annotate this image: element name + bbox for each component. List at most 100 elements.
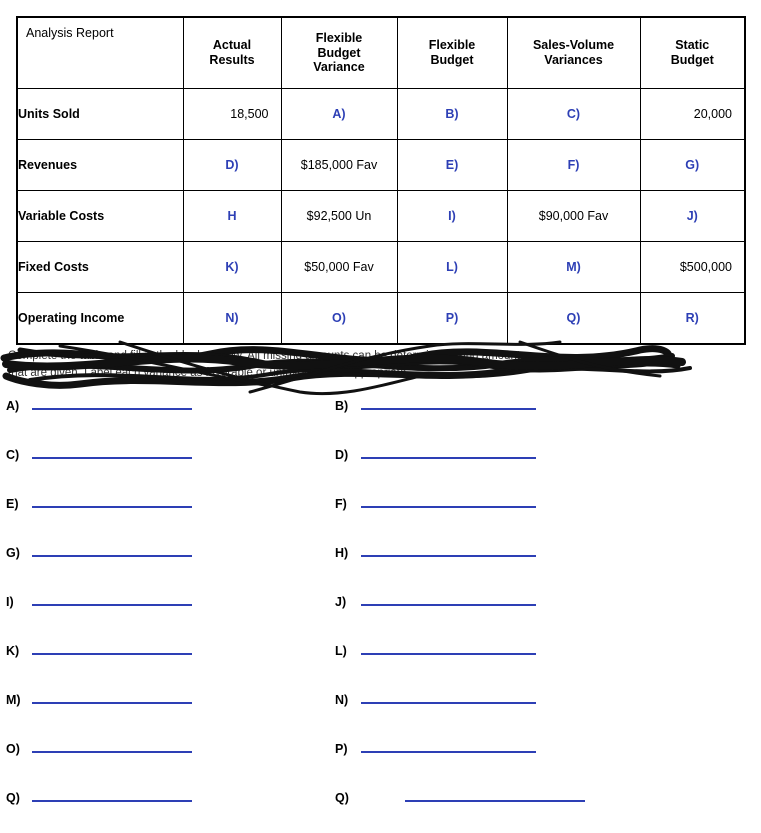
answer-input-a[interactable]: [32, 392, 192, 410]
cell-operating-income-fbv: O): [280, 292, 398, 345]
answer-item-o: O): [0, 735, 331, 756]
cell-units-sold-static: 20,000: [639, 88, 746, 140]
answer-blanks-section: A) B) C) D) E) F) G) H) I) J) K) L) M) N…: [0, 392, 761, 833]
header-actual-results: Actual Results: [182, 16, 282, 89]
answer-letter: D): [335, 448, 349, 462]
cell-variable-costs-fbv: $92,500 Un: [280, 190, 398, 242]
cell-operating-income-actual: N): [182, 292, 282, 345]
answer-input-q-right[interactable]: [405, 784, 585, 802]
answer-input-h[interactable]: [361, 539, 536, 557]
answer-input-l[interactable]: [361, 637, 536, 655]
cell-revenues-actual: D): [182, 139, 282, 191]
cell-fixed-costs-svv: M): [506, 241, 641, 293]
answer-letter: F): [335, 497, 347, 511]
row-label-operating-income: Operating Income: [16, 292, 184, 345]
answer-input-p[interactable]: [361, 735, 536, 753]
answer-letter: C): [6, 448, 20, 462]
cell-operating-income-svv: Q): [506, 292, 641, 345]
answer-letter: Q): [335, 791, 349, 805]
answer-item-d: D): [331, 441, 735, 462]
answer-item-k: K): [0, 637, 331, 658]
header-fb-line1: Flexible: [428, 38, 476, 53]
answer-item-g: G): [0, 539, 331, 560]
row-label-revenues: Revenues: [16, 139, 184, 191]
answer-row: Q) Q): [0, 784, 761, 833]
answer-item-f: F): [331, 490, 735, 511]
answer-letter: K): [6, 644, 20, 658]
table-row: Operating Income N) O) P) Q) R): [16, 292, 746, 345]
header-fbv-line3: Variance: [313, 60, 365, 75]
answer-letter: I): [6, 595, 14, 609]
header-actual-results-line2: Results: [209, 53, 255, 67]
answer-input-d[interactable]: [361, 441, 536, 459]
header-fb-line2: Budget: [430, 53, 474, 67]
instructions-text: Complete the table and fill in the blank…: [8, 348, 708, 383]
cell-revenues-static: G): [639, 139, 746, 191]
answer-item-i: I): [0, 588, 331, 609]
cell-units-sold-actual: 18,500: [182, 88, 282, 140]
answer-item-m: M): [0, 686, 331, 707]
cell-fixed-costs-static: $500,000: [639, 241, 746, 293]
table-row: Variable Costs H $92,500 Un I) $90,000 F…: [16, 190, 746, 242]
cell-variable-costs-svv: $90,000 Fav: [506, 190, 641, 242]
answer-input-b[interactable]: [361, 392, 536, 410]
answer-letter: B): [335, 399, 349, 413]
answer-input-q-left[interactable]: [32, 784, 192, 802]
answer-letter: N): [335, 693, 349, 707]
analysis-report-table-container: Analysis Report Actual Results Flexible …: [16, 16, 746, 345]
header-actual-results-line1: Actual: [212, 38, 252, 53]
answer-row: A) B): [0, 392, 761, 441]
instructions-line-2: that are given. Label each variance as f…: [8, 367, 410, 380]
cell-units-sold-fb: B): [396, 88, 508, 140]
answer-input-i[interactable]: [32, 588, 192, 606]
table-header-row: Analysis Report Actual Results Flexible …: [16, 16, 746, 89]
header-static-budget: Static Budget: [639, 16, 746, 89]
cell-fixed-costs-actual: K): [182, 241, 282, 293]
answer-item-a: A): [0, 392, 331, 413]
answer-letter: A): [6, 399, 20, 413]
cell-variable-costs-fb: I): [396, 190, 508, 242]
answer-input-f[interactable]: [361, 490, 536, 508]
header-fbv-line1: Flexible: [315, 30, 363, 45]
answer-item-h: H): [331, 539, 735, 560]
cell-operating-income-fb: P): [396, 292, 508, 345]
answer-row: E) F): [0, 490, 761, 539]
answer-input-n[interactable]: [361, 686, 536, 704]
answer-row: C) D): [0, 441, 761, 490]
answer-letter: Q): [6, 791, 20, 805]
answer-input-e[interactable]: [32, 490, 192, 508]
answer-item-e: E): [0, 490, 331, 511]
table-row: Fixed Costs K) $50,000 Fav L) M) $500,00…: [16, 241, 746, 293]
answer-input-m[interactable]: [32, 686, 192, 704]
answer-input-k[interactable]: [32, 637, 192, 655]
answer-letter: M): [6, 693, 21, 707]
answer-item-p: P): [331, 735, 735, 756]
answer-input-o[interactable]: [32, 735, 192, 753]
answer-item-b: B): [331, 392, 735, 413]
answer-letter: E): [6, 497, 19, 511]
answer-letter: L): [335, 644, 347, 658]
answer-input-g[interactable]: [32, 539, 192, 557]
answer-row: G) H): [0, 539, 761, 588]
answer-item-n: N): [331, 686, 735, 707]
header-analysis-report-label: Analysis Report: [26, 26, 114, 40]
header-flexible-budget-variance: Flexible Budget Variance: [280, 16, 398, 89]
cell-operating-income-static: R): [639, 292, 746, 345]
cell-revenues-fbv: $185,000 Fav: [280, 139, 398, 191]
row-label-variable-costs: Variable Costs: [16, 190, 184, 242]
answer-letter: P): [335, 742, 348, 756]
cell-revenues-fb: E): [396, 139, 508, 191]
table-row: Revenues D) $185,000 Fav E) F) G): [16, 139, 746, 191]
instructions-line-1: Complete the table and fill in the blank…: [8, 350, 526, 362]
answer-input-c[interactable]: [32, 441, 192, 459]
answer-row: K) L): [0, 637, 761, 686]
answer-item-q-right: Q): [331, 784, 735, 805]
answer-item-q-left: Q): [0, 784, 331, 805]
answer-letter: J): [335, 595, 347, 609]
header-sales-volume-variances: Sales-Volume Variances: [506, 16, 641, 89]
answer-input-j[interactable]: [361, 588, 536, 606]
answer-row: M) N): [0, 686, 761, 735]
cell-units-sold-fbv: A): [280, 88, 398, 140]
cell-variable-costs-static: J): [639, 190, 746, 242]
answer-row: O) P): [0, 735, 761, 784]
